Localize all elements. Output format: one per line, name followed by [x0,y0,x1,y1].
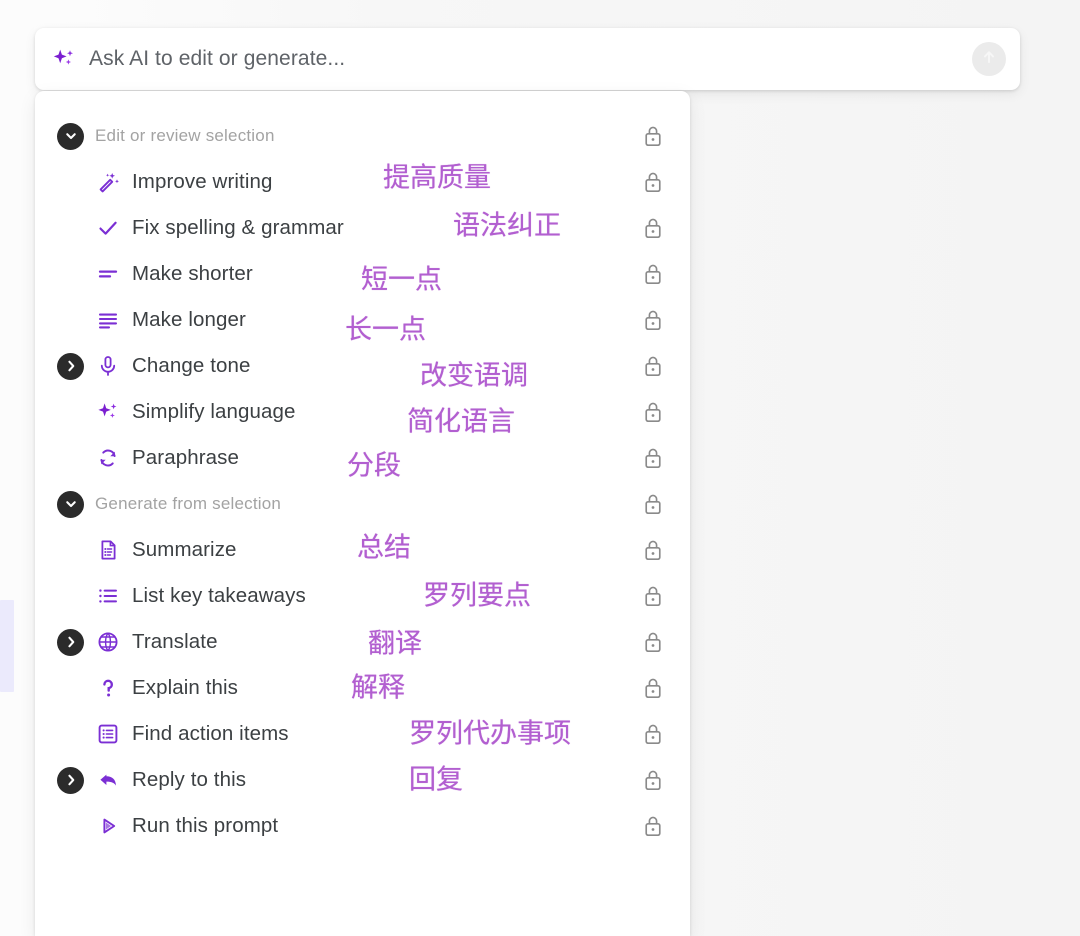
ai-prompt-bar[interactable]: Ask AI to edit or generate... [35,28,1020,90]
left-gutter [0,0,34,936]
menu-item-label: Improve writing [132,170,273,193]
menu-item-label: Fix spelling & grammar [132,216,344,239]
menu-item-label: Paraphrase [132,446,239,469]
menu-item-fix-spelling-grammar[interactable]: Fix spelling & grammar 语法纠正 [35,205,690,251]
menu-item-label: Change tone [132,354,251,377]
screen: Ask AI to edit or generate... Edit or re… [0,0,1080,936]
menu-item-label: Reply to this [132,768,247,791]
lock-icon [642,308,664,332]
chinese-annotation: 改变语调 [420,360,528,392]
menu-section-header-generate-from-selection[interactable]: Generate from selection [35,481,690,527]
chinese-annotation: 提高质量 [383,162,491,194]
menu-item-label: Simplify language [132,400,296,423]
menu-item-change-tone[interactable]: Change tone 改变语调 [35,343,690,392]
question-mark-icon [95,675,121,701]
document-icon [95,537,121,563]
globe-icon [95,629,121,655]
lock-icon [642,354,664,378]
chevron-right-circle-icon[interactable] [57,628,84,656]
menu-item-label: List key takeaways [132,584,306,607]
menu-item-explain-this[interactable]: Explain this 解释 [35,665,690,711]
chevron-right-circle-icon[interactable] [57,766,84,794]
ai-prompt-input[interactable]: Ask AI to edit or generate... [89,47,972,71]
menu-item-label: Make longer [132,308,246,331]
menu-item-improve-writing[interactable]: Improve writing 提高质量 [35,159,690,205]
chinese-annotation: 罗列要点 [423,580,531,612]
menu-item-run-this-prompt[interactable]: Run this prompt [35,803,690,849]
menu-item-simplify-language[interactable]: Simplify language 简化语言 [35,389,690,438]
sparkle-icon [95,399,121,425]
play-triangle-icon [95,813,121,839]
text-selection-highlight [0,600,14,692]
lock-icon [642,216,664,240]
magic-wand-icon [95,169,121,195]
sparkle-icon [51,46,77,72]
send-button[interactable] [972,42,1006,76]
chinese-annotation: 长一点 [345,314,426,346]
menu-item-reply-to-this[interactable]: Reply to this 回复 [35,757,690,803]
reply-arrow-icon [95,767,121,793]
check-icon [95,215,121,241]
lock-icon [642,124,664,148]
chinese-annotation: 罗列代办事项 [409,718,571,750]
refresh-cycle-icon [95,445,121,471]
chevron-down-circle-icon[interactable] [57,122,84,150]
menu-item-summarize[interactable]: Summarize 总结 [35,527,690,573]
menu-item-paraphrase[interactable]: Paraphrase 分段 [35,435,690,481]
menu-item-make-shorter[interactable]: Make shorter 短一点 [35,251,690,297]
menu-section-label: Edit or review selection [95,126,275,145]
menu-item-label: Find action items [132,722,289,745]
make-longer-icon [95,307,121,333]
menu-section-label: Generate from selection [95,494,282,513]
lock-icon [642,630,664,654]
menu-item-label: Summarize [132,538,237,561]
chinese-annotation: 翻译 [368,628,422,660]
microphone-icon [95,353,121,379]
lock-icon [642,492,664,516]
lock-icon [642,584,664,608]
lock-icon [642,538,664,562]
list-box-icon [95,721,121,747]
lock-icon [642,170,664,194]
lock-icon [642,446,664,470]
chinese-annotation: 总结 [357,532,411,564]
menu-item-label: Explain this [132,676,239,699]
bullet-list-icon [95,583,121,609]
lock-icon [642,722,664,746]
menu-item-label: Make shorter [132,262,253,285]
ai-actions-menu[interactable]: Edit or review selection Improve writing 提… [35,91,690,936]
make-shorter-icon [95,261,121,287]
lock-icon [642,400,664,424]
menu-item-list-key-takeaways[interactable]: List key takeaways 罗列要点 [35,573,690,619]
chinese-annotation: 短一点 [361,264,442,296]
lock-icon [642,814,664,838]
chevron-down-circle-icon[interactable] [57,490,84,518]
lock-icon [642,262,664,286]
lock-icon [642,676,664,700]
chinese-annotation: 简化语言 [407,406,515,438]
arrow-up-circle-icon [978,46,1000,73]
menu-item-make-longer[interactable]: Make longer 长一点 [35,297,690,346]
menu-item-label: Run this prompt [132,814,279,837]
menu-item-translate[interactable]: Translate 翻译 [35,619,690,665]
chinese-annotation: 回复 [409,764,463,796]
lock-icon [642,768,664,792]
chinese-annotation: 解释 [351,672,405,704]
menu-item-label: Translate [132,630,218,653]
chevron-right-circle-icon[interactable] [57,352,84,380]
chinese-annotation: 分段 [347,450,401,482]
menu-section-header-edit-or-review-selection[interactable]: Edit or review selection [35,113,690,159]
chinese-annotation: 语法纠正 [453,210,561,242]
menu-item-find-action-items[interactable]: Find action items 罗列代办事项 [35,711,690,757]
